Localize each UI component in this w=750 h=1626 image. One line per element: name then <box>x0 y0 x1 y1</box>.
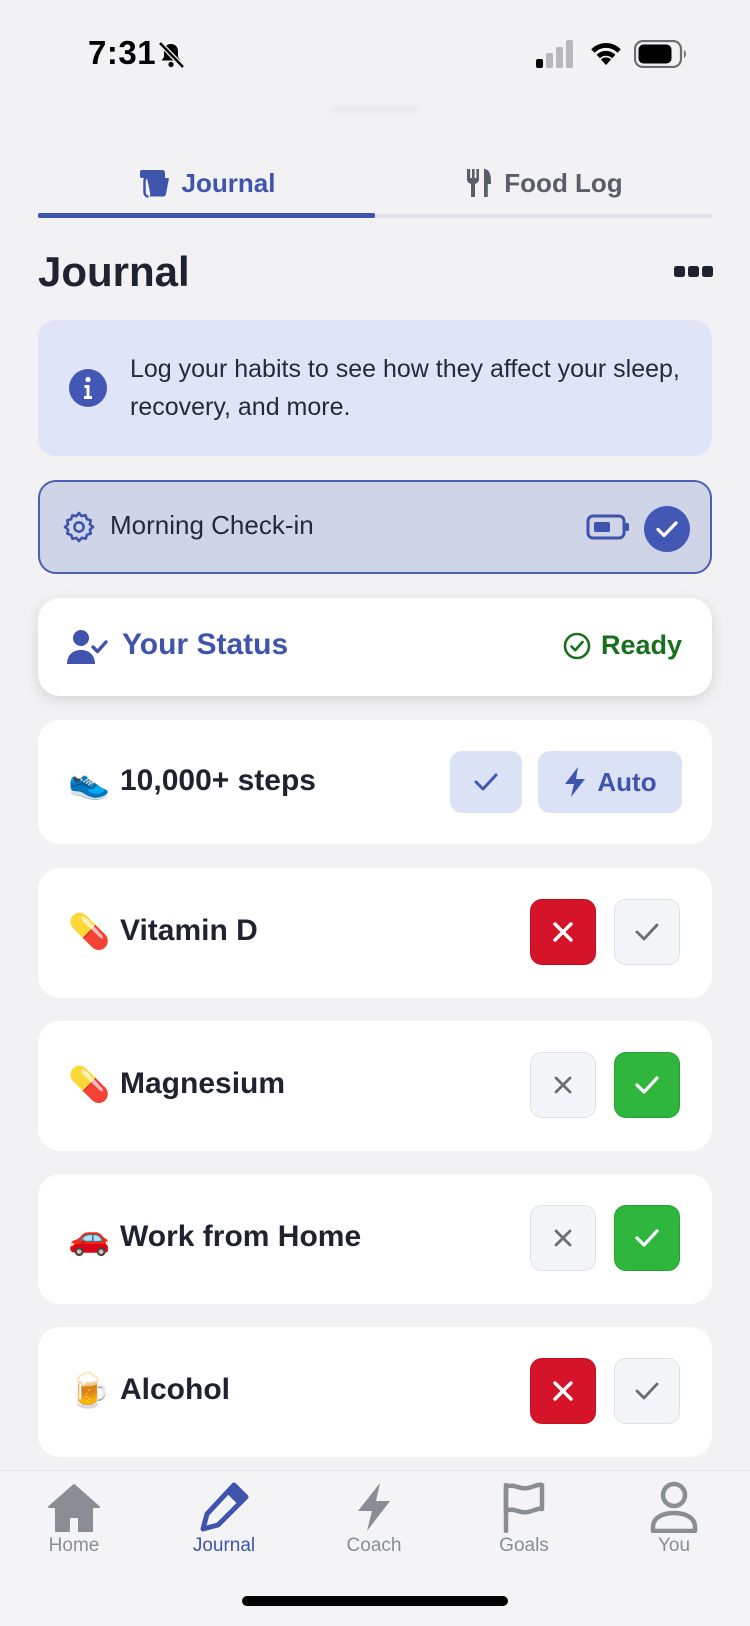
nav-goals[interactable]: Goals <box>464 1481 584 1571</box>
nav-home[interactable]: Home <box>14 1481 134 1571</box>
nav-journal-label: Journal <box>192 1535 256 1556</box>
status-bar: 7:31 <box>0 0 750 110</box>
flag-icon <box>503 1482 545 1533</box>
car-icon: 🚗 <box>68 1219 111 1257</box>
your-status-card[interactable]: Your Status Ready <box>38 598 712 696</box>
habit-label: Magnesium <box>120 1067 286 1100</box>
battery-icon <box>634 40 686 68</box>
journal-icon <box>139 170 169 198</box>
work-from-home-yes-button[interactable] <box>614 1205 680 1271</box>
battery-icon <box>586 514 629 540</box>
tab-bar: Journal Food Log <box>38 150 712 220</box>
habit-row-steps: 👟 10,000+ steps Auto <box>38 720 712 844</box>
habit-row-vitamin-d: 💊 Vitamin D <box>38 868 712 998</box>
close-icon <box>553 922 573 942</box>
pencil-icon <box>200 1482 249 1532</box>
morning-checkin-row[interactable]: Morning Check-in <box>38 480 712 574</box>
tab-indicator <box>38 213 375 218</box>
sneaker-icon: 👟 <box>68 763 111 801</box>
gear-icon <box>63 511 95 543</box>
steps-yes-button[interactable] <box>450 751 522 813</box>
person-icon <box>650 1481 698 1533</box>
habit-label: 10,000+ steps <box>120 764 316 797</box>
tab-food-log-label: Food Log <box>504 167 623 198</box>
nav-home-label: Home <box>48 1535 100 1556</box>
habit-label: Work from Home <box>120 1220 362 1253</box>
vitamin-d-no-button[interactable] <box>530 899 596 965</box>
checkin-complete-badge[interactable] <box>644 506 690 552</box>
info-banner: Log your habits to see how they affect y… <box>38 320 712 456</box>
home-icon <box>48 1484 100 1532</box>
info-text: Log your habits to see how they affect y… <box>130 355 680 421</box>
magnesium-no-button[interactable] <box>530 1052 596 1118</box>
bell-slash-icon <box>158 41 185 69</box>
morning-checkin-label: Morning Check-in <box>110 510 314 540</box>
nav-coach[interactable]: Coach <box>314 1481 434 1571</box>
pill-icon: 💊 <box>68 913 111 951</box>
vitamin-d-yes-button[interactable] <box>614 899 680 965</box>
nav-journal[interactable]: Journal <box>164 1481 284 1571</box>
tab-journal[interactable]: Journal <box>38 150 375 216</box>
check-icon <box>635 923 659 941</box>
beer-icon: 🍺 <box>68 1372 111 1410</box>
nav-you-label: You <box>657 1535 691 1556</box>
fork-knife-icon <box>467 169 492 197</box>
tab-food-log[interactable]: Food Log <box>375 150 712 216</box>
user-check-icon <box>67 630 108 664</box>
check-circle-outline-icon <box>563 632 591 659</box>
habit-label: Alcohol <box>120 1373 230 1406</box>
bolt-icon <box>565 767 586 797</box>
steps-auto-button[interactable]: Auto <box>538 751 682 813</box>
alcohol-no-button[interactable] <box>530 1358 596 1424</box>
check-icon <box>474 773 498 791</box>
auto-label: Auto <box>597 766 657 797</box>
info-icon <box>69 369 107 407</box>
pill-icon: 💊 <box>68 1066 111 1104</box>
habit-row-magnesium: 💊 Magnesium <box>38 1021 712 1151</box>
check-icon <box>635 1229 659 1247</box>
nav-goals-label: Goals <box>499 1535 549 1556</box>
check-icon <box>635 1076 659 1094</box>
signal-icon <box>536 40 573 68</box>
home-indicator[interactable] <box>242 1596 508 1606</box>
habit-row-work-from-home: 🚗 Work from Home <box>38 1174 712 1304</box>
tab-journal-label: Journal <box>181 167 276 198</box>
ellipsis-icon[interactable] <box>674 266 714 278</box>
status-time: 7:31 <box>88 34 157 71</box>
status-ready: Ready <box>563 630 682 661</box>
habit-row-alcohol: 🍺 Alcohol <box>38 1327 712 1457</box>
close-icon <box>554 1229 572 1247</box>
nav-you[interactable]: You <box>614 1481 734 1571</box>
close-icon <box>553 1381 573 1401</box>
bolt-icon <box>358 1483 390 1531</box>
status-ready-label: Ready <box>600 630 682 660</box>
page-title: Journal <box>38 248 190 295</box>
alcohol-yes-button[interactable] <box>614 1358 680 1424</box>
nav-coach-label: Coach <box>346 1535 402 1556</box>
wifi-icon <box>591 43 621 65</box>
check-circle-icon <box>656 521 678 538</box>
your-status-title: Your Status <box>122 628 289 661</box>
magnesium-yes-button[interactable] <box>614 1052 680 1118</box>
habit-label: Vitamin D <box>120 914 258 947</box>
sheet-grabber[interactable] <box>330 106 420 116</box>
work-from-home-no-button[interactable] <box>530 1205 596 1271</box>
close-icon <box>554 1076 572 1094</box>
check-icon <box>635 1382 659 1400</box>
